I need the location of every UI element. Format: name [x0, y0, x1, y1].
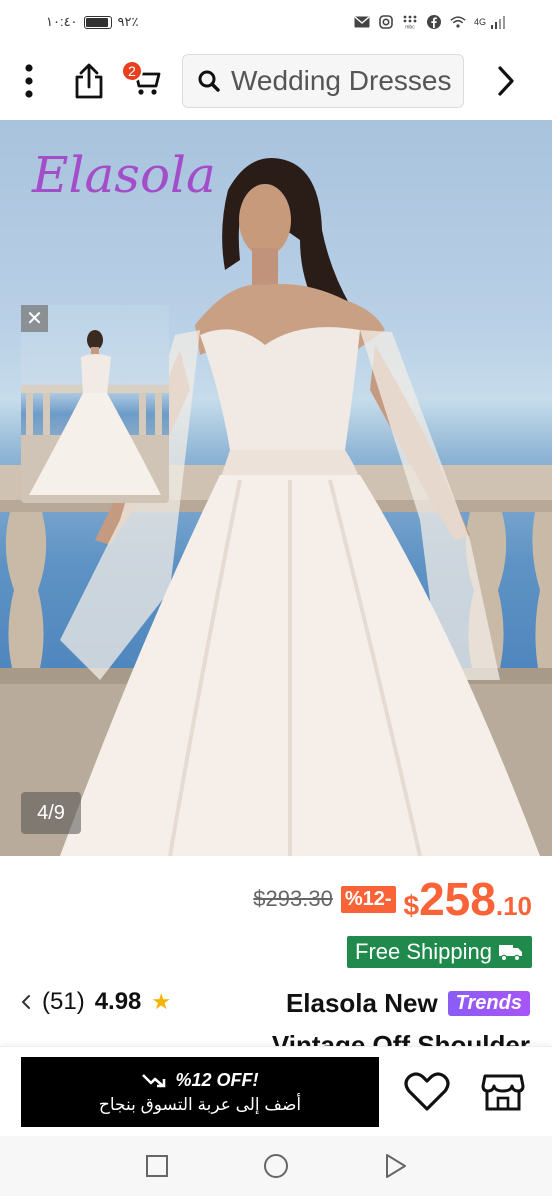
close-icon: ✕: [26, 308, 43, 330]
chevron-left-icon: [21, 995, 30, 1009]
add-cart-label: أضف إلى عربة التسوق بنجاح: [98, 1094, 302, 1114]
home-icon[interactable]: [263, 1153, 289, 1179]
cart-button[interactable]: 2: [116, 52, 174, 110]
heart-icon: [404, 1072, 450, 1111]
search-icon: [198, 70, 220, 92]
cart-count-badge: 2: [121, 60, 143, 82]
mbc-icon: mbc: [402, 15, 418, 29]
image-counter: 4/9: [21, 792, 81, 834]
rating-score: 4.98: [94, 988, 142, 1015]
product-title-line2: Vintage Off Shoulder: [271, 1030, 530, 1046]
trend-down-icon: [142, 1074, 166, 1088]
status-right: mbc 4G: [354, 15, 506, 29]
free-shipping-badge: Free Shipping: [347, 936, 532, 968]
price-row: $293.30 %12- $ 258 .10: [253, 866, 532, 932]
system-nav-bar: [0, 1136, 552, 1196]
close-thumbnail-button[interactable]: ✕: [21, 305, 48, 332]
add-cart-discount: %12 OFF!: [141, 1069, 259, 1091]
status-left: ١٠:٤٠ ٩٢٪: [46, 14, 139, 30]
chevron-right-icon: [498, 66, 514, 96]
wifi-icon: [450, 15, 466, 29]
sale-price-integer: 258: [419, 873, 496, 925]
search-input[interactable]: Wedding Dresses: [231, 65, 461, 97]
thumbnail-image: [21, 330, 169, 503]
brand-logo: Elasola: [32, 146, 216, 204]
instagram-icon: [378, 15, 394, 29]
rating-row[interactable]: (51) 4.98 ★: [20, 988, 171, 1016]
product-title: Elasola New Trends: [286, 988, 530, 1019]
original-price: $293.30: [253, 886, 333, 911]
add-cart-discount-label: %12 OFF!: [175, 1069, 259, 1090]
free-shipping-label: Free Shipping: [355, 939, 492, 964]
store-icon: [481, 1074, 525, 1111]
recents-icon[interactable]: [145, 1154, 169, 1178]
forward-button[interactable]: [486, 52, 526, 110]
status-time: ١٠:٤٠: [46, 14, 78, 29]
sale-price: $ 258 .10: [404, 872, 532, 926]
network-type: 4G: [473, 17, 486, 27]
search-bar[interactable]: Wedding Dresses: [182, 54, 464, 108]
signal-icon: [490, 15, 506, 29]
facebook-icon: [426, 15, 442, 29]
product-image-gallery[interactable]: Elasola ✕ 4/9: [0, 120, 552, 856]
share-icon: [75, 63, 103, 99]
back-icon[interactable]: [383, 1153, 407, 1179]
product-title-text: Elasola New: [285, 988, 438, 1018]
add-to-cart-button[interactable]: %12 OFF! أضف إلى عربة التسوق بنجاح: [21, 1057, 379, 1127]
battery-icon: [83, 15, 112, 29]
mail-icon: [354, 15, 370, 29]
star-icon: ★: [151, 989, 172, 1014]
battery-percent: ٩٢٪: [117, 14, 139, 29]
status-bar: ١٠:٤٠ ٩٢٪ mbc 4G: [0, 0, 552, 44]
sale-price-decimal: .10: [495, 891, 532, 921]
review-count: (51): [42, 988, 85, 1015]
top-nav: 2 Wedding Dresses: [0, 44, 552, 118]
more-vertical-icon: [25, 64, 33, 98]
sale-price-currency: $: [403, 890, 420, 921]
trends-badge: Trends: [447, 991, 530, 1016]
bottom-action-bar: %12 OFF! أضف إلى عربة التسوق بنجاح: [0, 1046, 552, 1136]
truck-icon: [499, 945, 522, 962]
floating-video-thumbnail[interactable]: [21, 305, 169, 503]
more-options-button[interactable]: [12, 52, 46, 110]
discount-badge: %12-: [340, 885, 396, 913]
wishlist-button[interactable]: [400, 1065, 454, 1119]
store-button[interactable]: [476, 1065, 530, 1119]
share-button[interactable]: [60, 52, 118, 110]
svg-text:mbc: mbc: [405, 25, 415, 30]
